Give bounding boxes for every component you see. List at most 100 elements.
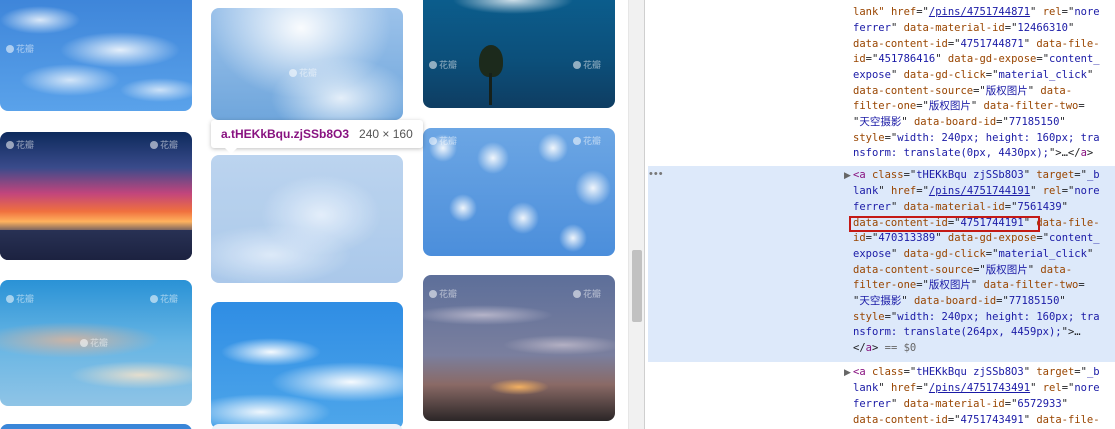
- dom-line[interactable]: ferrer" data-material-id="12466310": [853, 21, 1074, 37]
- dom-token: 470313389: [878, 232, 936, 244]
- dom-line[interactable]: id="451786416" data-gd-expose="content_: [853, 52, 1100, 68]
- tooltip-selector: a.tHEKkBqu.zjSSb8O3: [221, 127, 350, 141]
- dom-token: expose: [853, 248, 891, 260]
- dom-token: data-: [1040, 85, 1073, 97]
- image-card[interactable]: [211, 302, 403, 429]
- dom-token: lank": [853, 6, 891, 18]
- image-card[interactable]: [0, 424, 192, 429]
- dom-token: 版权图片: [928, 100, 971, 112]
- dom-token: lank: [853, 185, 879, 197]
- dom-line[interactable]: "天空摄影" data-board-id="77185150": [853, 115, 1066, 131]
- dom-token: expose: [853, 69, 891, 81]
- dom-token: ": [1086, 69, 1094, 81]
- dom-token: ferrer: [853, 398, 891, 410]
- href-link[interactable]: /pins/4751744871: [929, 6, 1030, 18]
- watermark: 花瓣: [150, 292, 178, 305]
- dom-token: =": [916, 185, 929, 197]
- dom-line[interactable]: lank" href="/pins/4751744191" rel="nore: [853, 184, 1100, 200]
- dom-token: 12466310: [1017, 22, 1068, 34]
- image-card[interactable]: 花瓣 花瓣: [0, 132, 192, 260]
- dom-line[interactable]: data-content-source="版权图片" data-: [853, 263, 1072, 279]
- dom-token: ": [1067, 22, 1075, 34]
- dom-token: data-board-id: [913, 295, 997, 307]
- dom-token: =": [1036, 53, 1050, 65]
- dom-token: ferrer: [853, 201, 891, 213]
- image-card[interactable]: 花瓣: [211, 8, 403, 120]
- watermark: 花瓣: [429, 134, 457, 147]
- dom-token: data-gd-click: [903, 69, 986, 81]
- dom-token: <a: [853, 169, 872, 181]
- dom-line[interactable]: data-content-source="版权图片" data-: [853, 84, 1072, 100]
- dom-line[interactable]: <a class="tHEKkBqu zjSSb8O3" target="_b: [853, 168, 1100, 184]
- dom-line[interactable]: lank" href="/pins/4751744871" rel="nore: [853, 5, 1100, 21]
- href-link[interactable]: /pins/4751744191: [929, 185, 1030, 197]
- dom-line[interactable]: <a class="tHEKkBqu zjSSb8O3" target="_b: [853, 365, 1100, 381]
- dom-token: ": [935, 53, 948, 65]
- image-card[interactable]: 花瓣 花瓣: [423, 0, 615, 108]
- dom-token: width: 240px; height: 160px; tra: [897, 132, 1100, 144]
- dom-line[interactable]: lank" href="/pins/4751743491" rel="nore: [853, 381, 1100, 397]
- image-card[interactable]: 花瓣: [0, 0, 192, 111]
- dom-token: =": [916, 279, 929, 291]
- watermark: 花瓣: [573, 134, 601, 147]
- dom-token: ": [1086, 248, 1094, 260]
- dom-line[interactable]: "天空摄影" data-board-id="77185150": [853, 294, 1066, 310]
- dom-token: nore: [1074, 6, 1100, 18]
- dom-token: ": [1030, 185, 1043, 197]
- image-card-hovered[interactable]: [211, 155, 403, 283]
- dom-token: _b: [1086, 366, 1100, 378]
- page-scrollbar[interactable]: [628, 0, 644, 429]
- dom-token: =": [1036, 232, 1050, 244]
- image-card[interactable]: 花瓣 花瓣: [423, 275, 615, 421]
- dom-token: rel: [1042, 185, 1062, 197]
- devtools-elements-panel: ••• lank" href="/pins/4751744871" rel="n…: [645, 0, 1115, 429]
- dom-line[interactable]: style="width: 240px; height: 160px; tra: [853, 131, 1100, 147]
- dom-token: lank: [853, 382, 879, 394]
- dom-token: rel: [1042, 382, 1062, 394]
- dom-line[interactable]: nsform: translate(264px, 4459px);">…: [853, 325, 1081, 341]
- image-grid: 花瓣 花瓣 花瓣 花瓣 花瓣 花瓣 花瓣 花瓣 花瓣 花瓣 花瓣 花瓣 花瓣 a.tHEKk…: [0, 0, 628, 429]
- dom-token: tHEKkBqu zjSSb8O3: [916, 169, 1024, 181]
- dom-token: target: [1036, 366, 1075, 378]
- dom-line[interactable]: </a> == $0: [853, 341, 916, 357]
- dom-token: 77185150: [1008, 295, 1060, 307]
- dom-token: data-file-: [1036, 38, 1100, 50]
- dom-token: ": [890, 248, 904, 260]
- dom-token: data-gd-click: [903, 248, 986, 260]
- more-icon[interactable]: •••: [649, 168, 664, 180]
- dom-token: class: [871, 169, 904, 181]
- dom-line[interactable]: style="width: 240px; height: 160px; tra: [853, 310, 1100, 326]
- image-card[interactable]: 花瓣 花瓣 花瓣: [0, 280, 192, 406]
- dom-line[interactable]: data-content-id="4751743491" data-file-: [853, 413, 1100, 429]
- image-card[interactable]: 花瓣 花瓣: [423, 128, 615, 256]
- dom-token: <a: [853, 366, 872, 378]
- dom-line[interactable]: data-content-id="4751744871" data-file-: [853, 37, 1100, 53]
- dom-line[interactable]: expose" data-gd-click="material_click": [853, 247, 1093, 263]
- dom-line[interactable]: ferrer" data-material-id="7561439": [853, 200, 1068, 216]
- dom-token: data-board-id: [913, 116, 997, 128]
- dom-token: target: [1036, 169, 1075, 181]
- expand-triangle-icon[interactable]: ▶: [844, 170, 851, 181]
- dom-line[interactable]: expose" data-gd-click="material_click": [853, 68, 1093, 84]
- dom-line[interactable]: filter-one="版权图片" data-filter-two=: [853, 99, 1085, 115]
- dom-token: nsform: translate(264px, 4459px);: [853, 326, 1062, 338]
- dom-line[interactable]: id="470313389" data-gd-expose="content_: [853, 231, 1100, 247]
- watermark: 花瓣: [6, 42, 34, 55]
- expand-triangle-icon[interactable]: ▶: [844, 367, 851, 378]
- tooltip-size: 240 × 160: [359, 127, 413, 141]
- dom-token: ": [878, 382, 891, 394]
- image-card[interactable]: [211, 424, 403, 429]
- dom-token: filter-one: [853, 100, 917, 112]
- dom-token: id: [853, 232, 866, 244]
- scrollbar-thumb[interactable]: [632, 250, 642, 322]
- watermark: 花瓣: [6, 138, 34, 151]
- dom-line[interactable]: nsform: translate(0px, 4430px);">…</a>: [853, 146, 1093, 162]
- screen: 花瓣 花瓣 花瓣 花瓣 花瓣 花瓣 花瓣 花瓣 花瓣 花瓣 花瓣 花瓣 花瓣 a.tHEKk…: [0, 0, 1115, 429]
- dom-token: =: [1078, 100, 1085, 112]
- dom-token: </: [853, 342, 866, 354]
- dom-line[interactable]: filter-one="版权图片" data-filter-two=: [853, 278, 1085, 294]
- watermark: 花瓣: [429, 58, 457, 71]
- dom-line[interactable]: ferrer" data-material-id="6572933": [853, 397, 1068, 413]
- href-link[interactable]: /pins/4751743491: [929, 382, 1030, 394]
- dom-token: =": [947, 414, 961, 426]
